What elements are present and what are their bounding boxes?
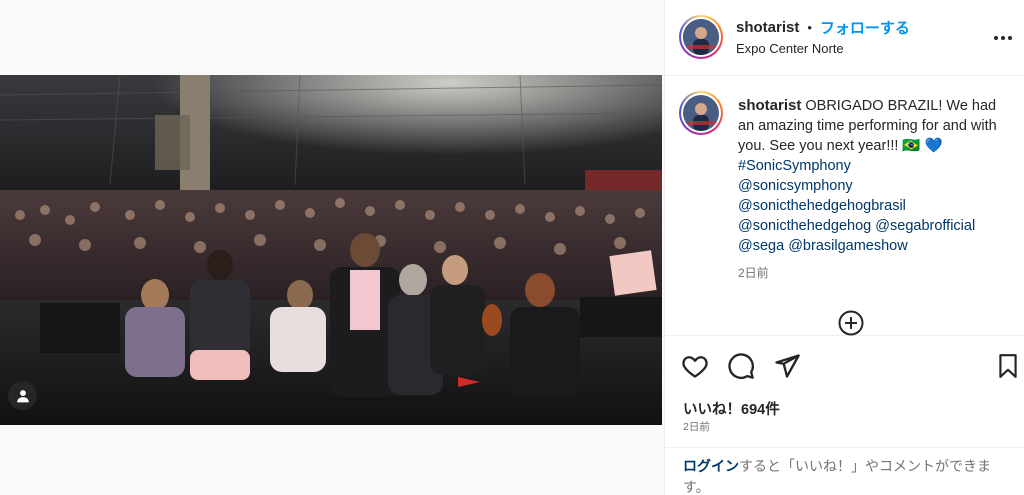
- comment-icon: [728, 353, 754, 379]
- mention-sonicthehedgehogbrasil[interactable]: @sonicthehedgehogbrasil: [738, 198, 906, 214]
- user-tag-button[interactable]: [8, 381, 37, 410]
- post-header: shotarist • フォローする Expo Center Norte: [665, 0, 1024, 76]
- share-button[interactable]: [773, 352, 801, 380]
- hashtag-sonicsymphony[interactable]: #SonicSymphony: [738, 158, 851, 174]
- login-link[interactable]: ログイン: [683, 458, 739, 474]
- header-title-row: shotarist • フォローする: [736, 17, 910, 38]
- separator-dot: •: [807, 20, 812, 35]
- mention-sega[interactable]: @sega: [738, 238, 784, 254]
- more-options-button[interactable]: [991, 28, 1015, 48]
- caption-timestamp: 2日前: [738, 266, 769, 280]
- load-more-comments-button[interactable]: [838, 310, 864, 336]
- plus-circle-icon: [838, 310, 864, 336]
- location-link[interactable]: Expo Center Norte: [736, 41, 844, 56]
- media-area: [0, 0, 664, 495]
- login-prompt: ログインすると「いいね！」やコメントができます。: [683, 456, 1015, 495]
- mention-sonicthehedgehog[interactable]: @sonicthehedgehog: [738, 218, 871, 234]
- save-button[interactable]: [995, 352, 1023, 380]
- bookmark-icon: [999, 354, 1017, 378]
- user-tag-icon: [16, 389, 29, 402]
- follow-button[interactable]: フォローする: [820, 17, 910, 38]
- more-icon: [994, 36, 1012, 40]
- header-username[interactable]: shotarist: [736, 19, 799, 36]
- share-icon: [775, 354, 800, 378]
- action-bar: [665, 348, 1024, 384]
- heart-icon: [682, 356, 708, 378]
- caption-avatar[interactable]: [683, 95, 719, 131]
- caption-username[interactable]: shotarist: [738, 97, 801, 114]
- post-photo[interactable]: [0, 75, 662, 425]
- post-timestamp[interactable]: 2日前: [683, 419, 710, 434]
- post-side-panel: shotarist • フォローする Expo Center Norte sho: [664, 0, 1024, 495]
- likes-count[interactable]: いいね！694件: [683, 398, 780, 419]
- caption-avatar-image: [683, 95, 719, 131]
- like-button[interactable]: [681, 352, 709, 380]
- caption-text: shotarist OBRIGADO BRAZIL! We had an ama…: [738, 96, 1013, 256]
- comment-button[interactable]: [727, 352, 755, 380]
- avatar-image: [683, 19, 719, 55]
- login-prompt-bar: ログインすると「いいね！」やコメントができます。: [665, 447, 1024, 495]
- caption-section: shotarist OBRIGADO BRAZIL! We had an ama…: [665, 76, 1024, 336]
- mention-brasilgameshow[interactable]: @brasilgameshow: [788, 238, 908, 254]
- avatar[interactable]: [683, 19, 719, 55]
- mention-segabrofficial[interactable]: @segabrofficial: [875, 218, 975, 234]
- mention-sonicsymphony[interactable]: @sonicsymphony: [738, 178, 853, 194]
- concert-photo-illustration: [0, 75, 662, 425]
